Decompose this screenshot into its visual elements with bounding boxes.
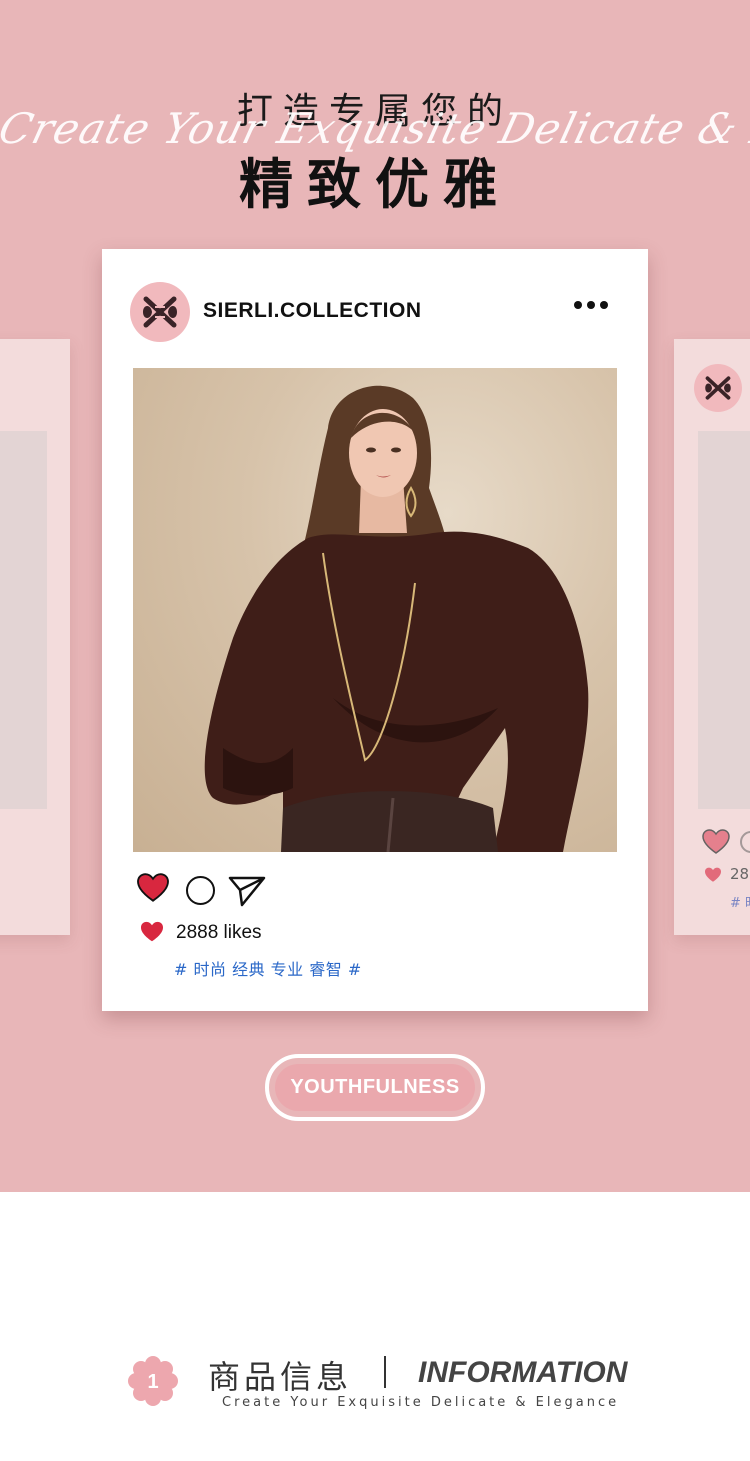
post-hashtags[interactable]: # 时尚 经典 专业 睿智 # bbox=[174, 956, 362, 980]
heart-icon[interactable] bbox=[702, 829, 730, 855]
side-card-right[interactable]: 288 # 时 bbox=[674, 339, 750, 935]
product-info-header: 1 商品信息 INFORMATION Create Your Exquisite… bbox=[0, 1340, 750, 1420]
side-card-left[interactable] bbox=[0, 339, 70, 935]
info-title-cn: 商品信息 bbox=[208, 1358, 353, 1396]
send-icon[interactable] bbox=[228, 875, 266, 907]
side-hashtags: # 时 bbox=[730, 896, 750, 911]
heart-icon bbox=[141, 921, 163, 942]
brand-monogram-icon bbox=[705, 376, 731, 400]
heart-icon[interactable] bbox=[136, 873, 170, 903]
comment-icon[interactable] bbox=[740, 831, 750, 853]
comment-icon[interactable] bbox=[186, 876, 215, 905]
post-photo[interactable] bbox=[133, 368, 617, 852]
headline-main: 精致优雅 bbox=[239, 153, 511, 216]
side-avatar bbox=[694, 364, 742, 412]
hero-section: 打造专属您的 Create Your Exquisite Delicate & … bbox=[0, 0, 750, 1192]
heart-icon bbox=[705, 867, 721, 882]
info-divider bbox=[384, 1356, 386, 1388]
brand-monogram-icon bbox=[143, 296, 177, 328]
side-card-photo-placeholder bbox=[698, 431, 750, 809]
account-avatar[interactable] bbox=[130, 282, 190, 342]
flower-number-icon: 1 bbox=[128, 1356, 178, 1406]
post-card: SIERLI.COLLECTION 2888 likes # 时尚 经典 专业 … bbox=[102, 249, 648, 1011]
account-name[interactable]: SIERLI.COLLECTION bbox=[203, 299, 422, 323]
info-title-en: INFORMATION bbox=[418, 1356, 628, 1389]
side-likes-count: 288 bbox=[730, 865, 750, 883]
more-icon[interactable] bbox=[574, 301, 608, 309]
likes-count[interactable]: 2888 likes bbox=[176, 922, 262, 944]
info-number: 1 bbox=[147, 1371, 158, 1393]
side-card-photo-placeholder bbox=[0, 431, 47, 809]
youthfulness-button[interactable]: YOUTHFULNESS bbox=[265, 1054, 485, 1121]
model-portrait-illustration bbox=[204, 385, 589, 852]
youthfulness-button-label: YOUTHFULNESS bbox=[275, 1064, 475, 1111]
info-subtitle: Create Your Exquisite Delicate & Eleganc… bbox=[222, 1395, 620, 1410]
